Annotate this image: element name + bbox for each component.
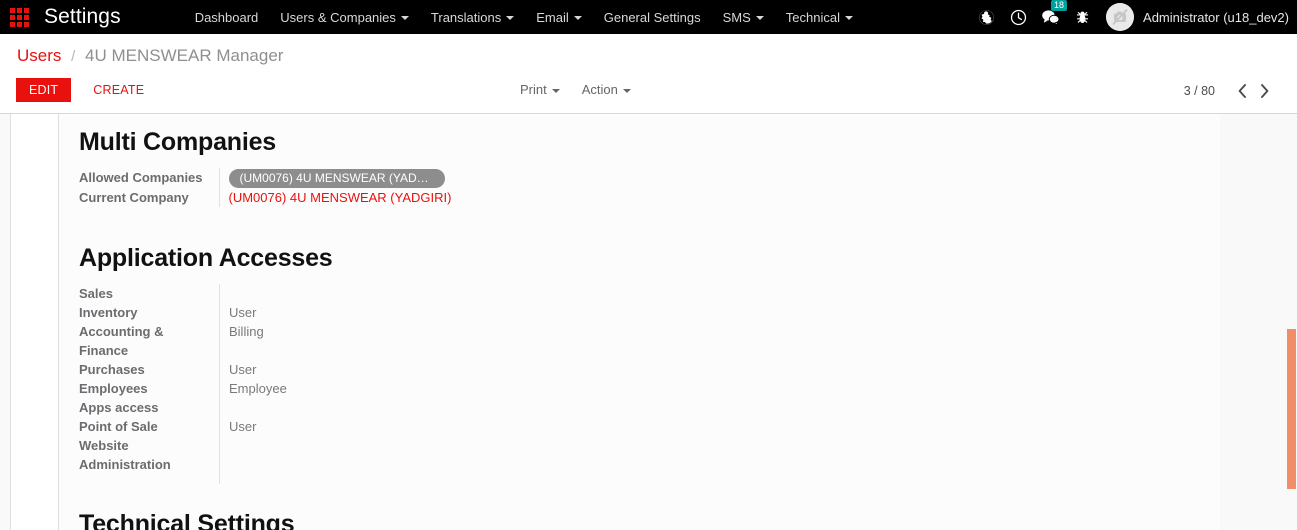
access-label-point-of-sale: Point of Sale	[79, 417, 209, 436]
chat-unread-badge: 18	[1051, 0, 1067, 11]
control-panel: Users / 4U MENSWEAR Manager EDIT CREATE …	[0, 34, 1297, 114]
menu-item-dashboard[interactable]: Dashboard	[184, 0, 270, 34]
access-label-administration: Administration	[79, 455, 209, 474]
bug-icon[interactable]	[1066, 0, 1098, 34]
application-accesses-fields: Sales Inventory Accounting & Finance Pur…	[79, 284, 1212, 484]
avatar	[1106, 3, 1134, 31]
pager-count: 3 / 80	[1184, 84, 1215, 98]
multi-companies-fields: Allowed Companies (UM0076) 4U MENSWEAR (…	[79, 168, 451, 207]
action-label: Action	[582, 82, 618, 97]
create-button[interactable]: CREATE	[81, 78, 156, 102]
top-navbar: Settings Dashboard Users & Companies Tra…	[0, 0, 1297, 34]
field-label-allowed-companies: Allowed Companies	[79, 168, 219, 188]
pager-next-button[interactable]	[1253, 81, 1275, 101]
menu-item-translations[interactable]: Translations	[420, 0, 525, 34]
access-label-inventory: Inventory	[79, 303, 209, 322]
access-value-accounting-finance[interactable]: Billing	[229, 322, 287, 341]
menu-label: General Settings	[604, 10, 701, 25]
chevron-down-icon	[401, 16, 409, 20]
company-tag[interactable]: (UM0076) 4U MENSWEAR (YADG...	[229, 169, 445, 188]
apps-grid-icon	[10, 8, 29, 27]
section-title-multi-companies: Multi Companies	[79, 128, 1212, 157]
chevron-down-icon	[845, 16, 853, 20]
section-title-technical-settings: Technical Settings	[79, 510, 1212, 530]
menu-label: Email	[536, 10, 569, 25]
app-brand-title[interactable]: Settings	[38, 5, 129, 29]
menu-label: Dashboard	[195, 10, 259, 25]
menu-item-technical[interactable]: Technical	[775, 0, 864, 34]
access-label-apps-access: Apps access	[79, 398, 209, 417]
menu-item-email[interactable]: Email	[525, 0, 593, 34]
access-value-inventory[interactable]: User	[229, 303, 287, 322]
menu-label: Users & Companies	[280, 10, 396, 25]
chevron-down-icon	[574, 16, 582, 20]
menu-item-general-settings[interactable]: General Settings	[593, 0, 712, 34]
breadcrumb-parent-users[interactable]: Users	[17, 46, 61, 65]
edit-button[interactable]: EDIT	[16, 78, 71, 102]
pager-previous-button[interactable]	[1231, 81, 1253, 101]
action-dropdown[interactable]: Action	[582, 82, 631, 97]
application-accesses-labels: Sales Inventory Accounting & Finance Pur…	[79, 284, 219, 484]
access-value-employees[interactable]: Employee	[229, 379, 287, 398]
access-label-sales: Sales	[79, 284, 209, 303]
menu-item-sms[interactable]: SMS	[712, 0, 775, 34]
section-title-application-accesses: Application Accesses	[79, 244, 1212, 273]
access-label-accounting-finance: Accounting & Finance	[79, 322, 209, 360]
access-value-purchases[interactable]: User	[229, 360, 287, 379]
access-value-point-of-sale[interactable]: User	[229, 417, 287, 436]
print-label: Print	[520, 82, 547, 97]
page-scrollbar[interactable]	[1286, 148, 1297, 530]
user-name-label: Administrator (u18_dev2)	[1143, 10, 1289, 25]
user-menu-button[interactable]: Administrator (u18_dev2)	[1098, 0, 1289, 34]
access-label-website: Website	[79, 436, 209, 455]
field-value-allowed-companies: (UM0076) 4U MENSWEAR (YADG...	[219, 168, 451, 188]
menu-label: SMS	[723, 10, 751, 25]
menu-label: Technical	[786, 10, 840, 25]
control-panel-buttons: EDIT CREATE	[16, 78, 156, 102]
form-content-area: Multi Companies Allowed Companies (UM007…	[0, 114, 1297, 530]
breadcrumb-current: 4U MENSWEAR Manager	[85, 46, 283, 65]
chevron-down-icon	[623, 89, 631, 93]
page-scrollbar-thumb[interactable]	[1287, 329, 1296, 489]
apps-launcher-button[interactable]	[0, 0, 38, 34]
menu-label: Translations	[431, 10, 501, 25]
access-label-purchases: Purchases	[79, 360, 209, 379]
navbar-system-tray: 18	[970, 0, 1297, 34]
application-accesses-values: User Billing User Employee User	[219, 284, 287, 484]
chevron-down-icon	[756, 16, 764, 20]
globe-icon[interactable]	[970, 0, 1002, 34]
breadcrumb-separator: /	[71, 48, 75, 65]
print-dropdown[interactable]: Print	[520, 82, 560, 97]
chevron-down-icon	[552, 89, 560, 93]
access-label-employees: Employees	[79, 379, 209, 398]
breadcrumb: Users / 4U MENSWEAR Manager	[17, 34, 1297, 68]
clock-icon[interactable]	[1002, 0, 1034, 34]
field-row-current-company: Current Company (UM0076) 4U MENSWEAR (YA…	[79, 188, 451, 207]
record-pager: 3 / 80	[1184, 81, 1275, 101]
chevron-down-icon	[506, 16, 514, 20]
field-row-allowed-companies: Allowed Companies (UM0076) 4U MENSWEAR (…	[79, 168, 451, 188]
field-label-current-company: Current Company	[79, 188, 219, 207]
current-company-link[interactable]: (UM0076) 4U MENSWEAR (YADGIRI)	[229, 190, 452, 205]
field-value-current-company: (UM0076) 4U MENSWEAR (YADGIRI)	[219, 188, 451, 207]
main-menu: Dashboard Users & Companies Translations…	[184, 0, 864, 34]
form-groups: Multi Companies Allowed Companies (UM007…	[62, 114, 1212, 530]
chat-icon[interactable]: 18	[1034, 0, 1066, 34]
control-panel-dropdowns: Print Action	[520, 82, 653, 97]
menu-item-users-companies[interactable]: Users & Companies	[269, 0, 420, 34]
